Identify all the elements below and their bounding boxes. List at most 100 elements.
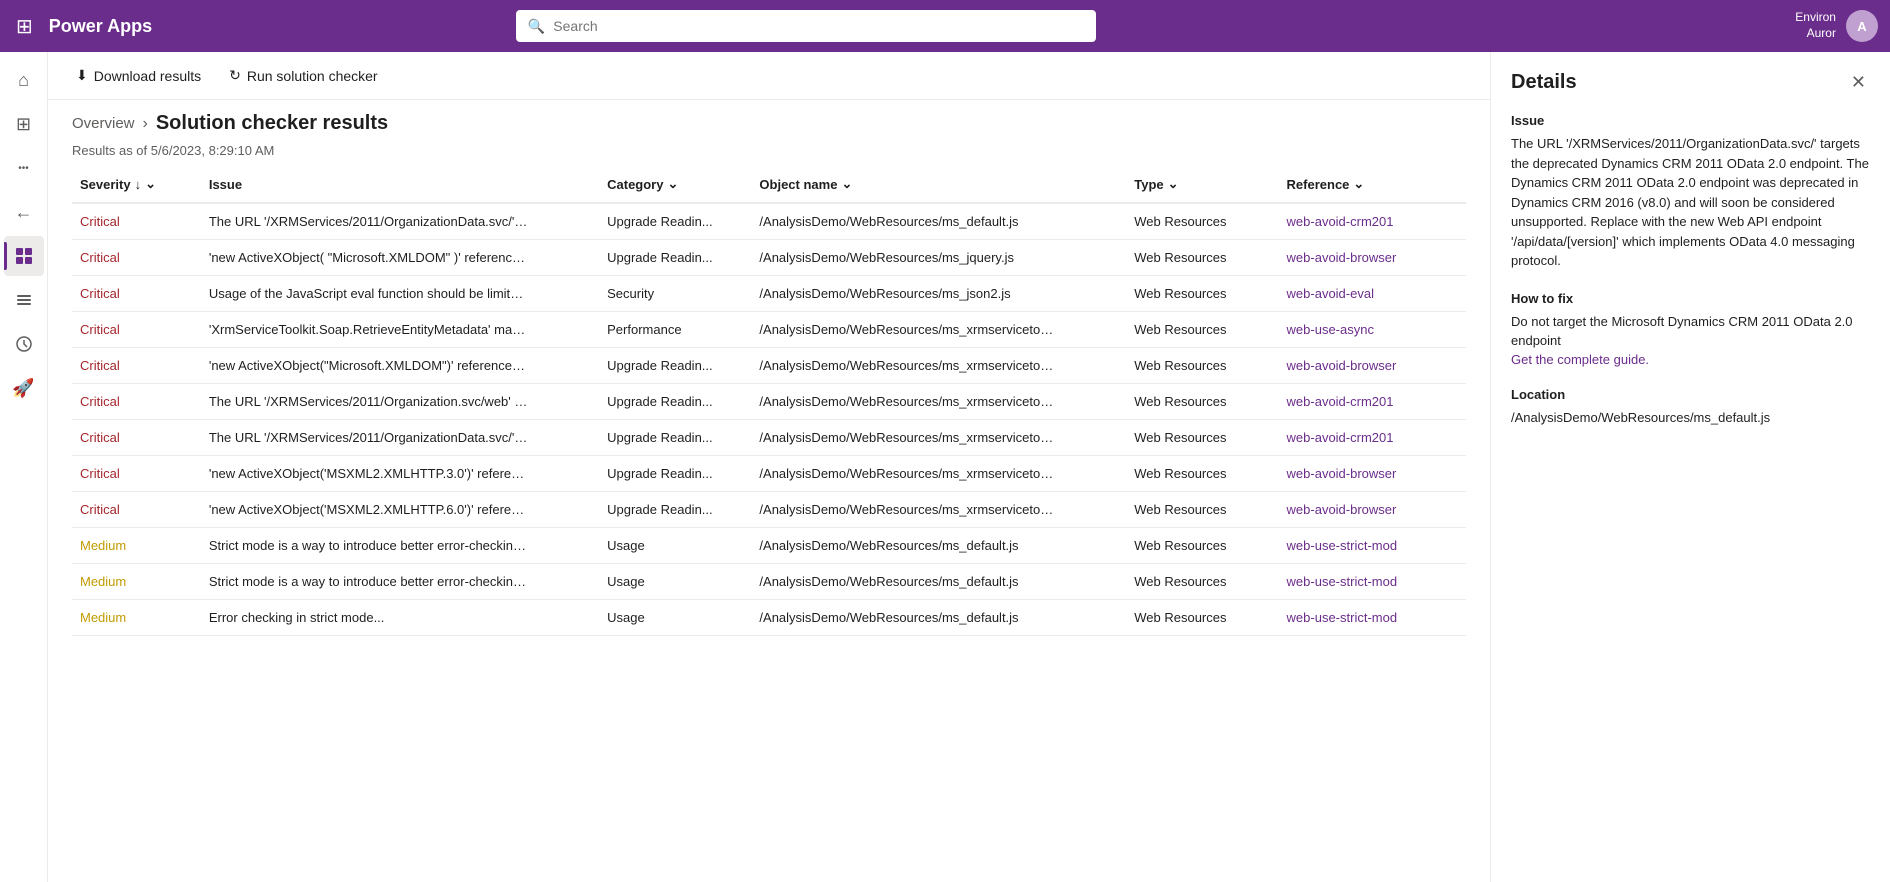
table-row[interactable]: Critical 'new ActiveXObject("Microsoft.X…	[72, 348, 1466, 384]
sidebar-item-rocket[interactable]: 🚀	[4, 368, 44, 408]
cell-severity-0: Critical	[72, 203, 201, 240]
table-row[interactable]: Critical 'XrmServiceToolkit.Soap.Retriev…	[72, 312, 1466, 348]
col-header-severity[interactable]: Severity ↓ ⌄	[72, 166, 201, 203]
ref-link-4[interactable]: web-avoid-browser	[1287, 358, 1397, 373]
table-row[interactable]: Critical The URL '/XRMServices/2011/Orga…	[72, 203, 1466, 240]
search-bar: 🔍	[516, 10, 1096, 42]
table-row[interactable]: Critical 'new ActiveXObject( "Microsoft.…	[72, 240, 1466, 276]
ref-link-6[interactable]: web-avoid-crm201	[1287, 430, 1394, 445]
avatar[interactable]: A	[1846, 10, 1878, 42]
env-info: Environ Auror	[1795, 10, 1836, 41]
table-row[interactable]: Critical The URL '/XRMServices/2011/Orga…	[72, 384, 1466, 420]
col-header-issue[interactable]: Issue	[201, 166, 599, 203]
table-row[interactable]: Critical 'new ActiveXObject('MSXML2.XMLH…	[72, 456, 1466, 492]
cell-type-0: Web Resources	[1126, 203, 1278, 240]
cell-type-9: Web Resources	[1126, 528, 1278, 564]
details-header: Details ✕	[1511, 68, 1870, 97]
sidebar-item-list[interactable]	[4, 280, 44, 320]
table-body: Critical The URL '/XRMServices/2011/Orga…	[72, 203, 1466, 636]
ref-link-1[interactable]: web-avoid-browser	[1287, 250, 1397, 265]
cell-objectname-1: /AnalysisDemo/WebResources/ms_jquery.js	[751, 240, 1126, 276]
toolbar: ⬇ Download results ↻ Run solution checke…	[48, 52, 1490, 100]
cell-issue-10: Strict mode is a way to introduce better…	[201, 564, 599, 600]
cell-category-11: Usage	[599, 600, 751, 636]
ref-link-10[interactable]: web-use-strict-mod	[1287, 574, 1398, 589]
cell-severity-3: Critical	[72, 312, 201, 348]
filter-icon-type[interactable]: ⌄	[1168, 176, 1179, 192]
table-row[interactable]: Medium Error checking in strict mode... …	[72, 600, 1466, 636]
cell-issue-7: 'new ActiveXObject('MSXML2.XMLHTTP.3.0')…	[201, 456, 599, 492]
cell-severity-7: Critical	[72, 456, 201, 492]
cell-type-7: Web Resources	[1126, 456, 1278, 492]
details-issue-label: Issue	[1511, 113, 1870, 128]
search-input[interactable]	[553, 18, 1084, 34]
ref-link-8[interactable]: web-avoid-browser	[1287, 502, 1397, 517]
cell-category-5: Upgrade Readin...	[599, 384, 751, 420]
main-layout: ⌂ ⊞ ••• ← 🚀	[0, 52, 1890, 882]
breadcrumb: Overview › Solution checker results	[72, 112, 1466, 135]
download-results-button[interactable]: ⬇ Download results	[64, 61, 213, 90]
filter-icon-reference[interactable]: ⌄	[1353, 176, 1364, 192]
filter-icon-category[interactable]: ⌄	[667, 176, 678, 192]
ref-link-9[interactable]: web-use-strict-mod	[1287, 538, 1398, 553]
cell-type-2: Web Resources	[1126, 276, 1278, 312]
table-row[interactable]: Critical The URL '/XRMServices/2011/Orga…	[72, 420, 1466, 456]
results-table: Severity ↓ ⌄ Issue Categ	[72, 166, 1466, 636]
cell-reference-9: web-use-strict-mod	[1279, 528, 1466, 564]
cell-type-3: Web Resources	[1126, 312, 1278, 348]
ref-link-11[interactable]: web-use-strict-mod	[1287, 610, 1398, 625]
cell-issue-1: 'new ActiveXObject( "Microsoft.XMLDOM" )…	[201, 240, 599, 276]
col-header-type[interactable]: Type ⌄	[1126, 166, 1278, 203]
run-checker-button[interactable]: ↻ Run solution checker	[217, 61, 389, 90]
cell-reference-10: web-use-strict-mod	[1279, 564, 1466, 600]
cell-reference-11: web-use-strict-mod	[1279, 600, 1466, 636]
left-sidebar: ⌂ ⊞ ••• ← 🚀	[0, 52, 48, 882]
table-row[interactable]: Medium Strict mode is a way to introduce…	[72, 564, 1466, 600]
content-area: ⬇ Download results ↻ Run solution checke…	[48, 52, 1490, 882]
cell-issue-4: 'new ActiveXObject("Microsoft.XMLDOM")' …	[201, 348, 599, 384]
breadcrumb-overview[interactable]: Overview	[72, 115, 135, 132]
filter-icon-severity[interactable]: ⌄	[145, 176, 156, 192]
ref-link-5[interactable]: web-avoid-crm201	[1287, 394, 1394, 409]
details-howtofix-section: How to fix Do not target the Microsoft D…	[1511, 291, 1870, 367]
filter-icon-objectname[interactable]: ⌄	[841, 176, 852, 192]
cell-category-10: Usage	[599, 564, 751, 600]
sidebar-item-history[interactable]	[4, 324, 44, 364]
col-header-objectname[interactable]: Object name ⌄	[751, 166, 1126, 203]
details-guide-link[interactable]: Get the complete guide.	[1511, 352, 1649, 367]
col-header-category[interactable]: Category ⌄	[599, 166, 751, 203]
cell-category-0: Upgrade Readin...	[599, 203, 751, 240]
col-header-reference[interactable]: Reference ⌄	[1279, 166, 1466, 203]
grid-icon[interactable]: ⊞	[12, 10, 37, 43]
sidebar-item-more[interactable]: •••	[4, 148, 44, 188]
details-location-section: Location /AnalysisDemo/WebResources/ms_d…	[1511, 387, 1870, 428]
sidebar-item-home[interactable]: ⌂	[4, 60, 44, 100]
cell-objectname-5: /AnalysisDemo/WebResources/ms_xrmservice…	[751, 384, 1126, 420]
table-row[interactable]: Critical 'new ActiveXObject('MSXML2.XMLH…	[72, 492, 1466, 528]
ref-link-0[interactable]: web-avoid-crm201	[1287, 214, 1394, 229]
cell-category-8: Upgrade Readin...	[599, 492, 751, 528]
details-issue-text: The URL '/XRMServices/2011/OrganizationD…	[1511, 134, 1870, 271]
cell-reference-6: web-avoid-crm201	[1279, 420, 1466, 456]
ref-link-2[interactable]: web-avoid-eval	[1287, 286, 1374, 301]
ref-link-3[interactable]: web-use-async	[1287, 322, 1374, 337]
top-nav: ⊞ Power Apps 🔍 Environ Auror A	[0, 0, 1890, 52]
cell-type-11: Web Resources	[1126, 600, 1278, 636]
details-howtofix-text: Do not target the Microsoft Dynamics CRM…	[1511, 312, 1870, 351]
cell-severity-6: Critical	[72, 420, 201, 456]
sidebar-item-back[interactable]: ←	[4, 192, 44, 232]
details-close-button[interactable]: ✕	[1847, 68, 1870, 97]
cell-reference-2: web-avoid-eval	[1279, 276, 1466, 312]
page-header: Overview › Solution checker results Resu…	[48, 100, 1490, 166]
cell-issue-3: 'XrmServiceToolkit.Soap.RetrieveEntityMe…	[201, 312, 599, 348]
cell-type-5: Web Resources	[1126, 384, 1278, 420]
cell-issue-8: 'new ActiveXObject('MSXML2.XMLHTTP.6.0')…	[201, 492, 599, 528]
sidebar-item-solutions[interactable]	[4, 236, 44, 276]
cell-objectname-3: /AnalysisDemo/WebResources/ms_xrmservice…	[751, 312, 1126, 348]
cell-objectname-0: /AnalysisDemo/WebResources/ms_default.js	[751, 203, 1126, 240]
table-row[interactable]: Critical Usage of the JavaScript eval fu…	[72, 276, 1466, 312]
table-row[interactable]: Medium Strict mode is a way to introduce…	[72, 528, 1466, 564]
cell-type-1: Web Resources	[1126, 240, 1278, 276]
ref-link-7[interactable]: web-avoid-browser	[1287, 466, 1397, 481]
sidebar-item-apps[interactable]: ⊞	[4, 104, 44, 144]
